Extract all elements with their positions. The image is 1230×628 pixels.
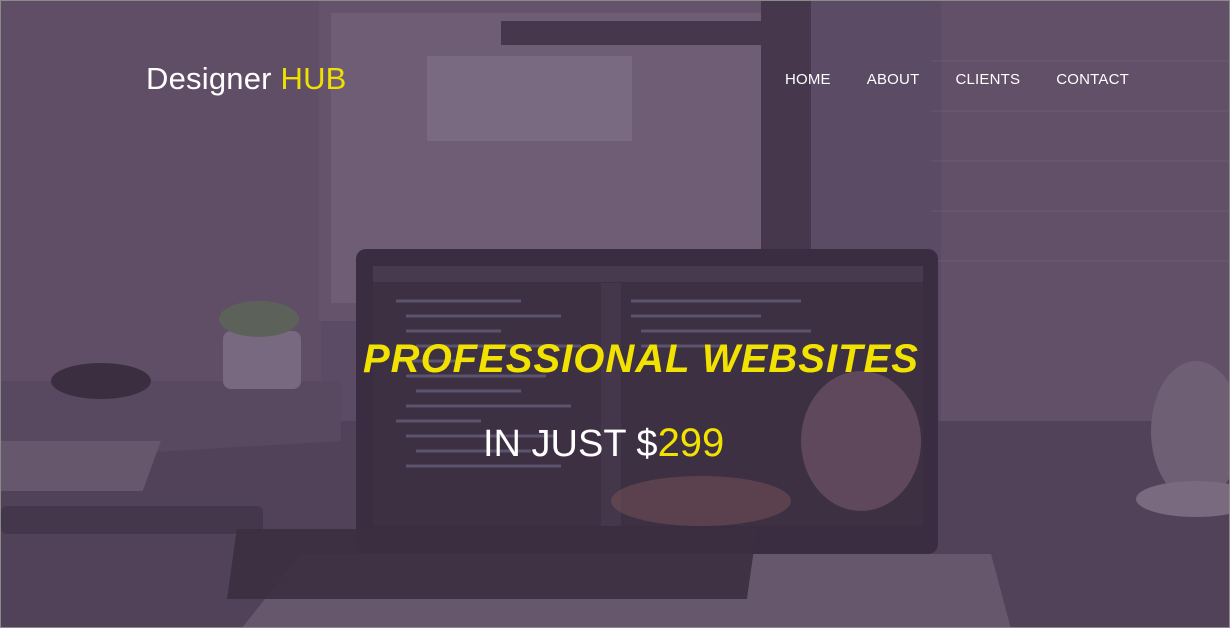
nav-item-about[interactable]: ABOUT [867, 71, 920, 88]
hero-subline: IN JUST $299 [483, 421, 724, 466]
hero-headline: PROFESSIONAL WEBSITES [363, 337, 919, 381]
hero-section: Designer HUB HOME ABOUT CLIENTS CONTACT … [0, 0, 1230, 628]
subline-prefix: IN JUST $ [483, 423, 658, 465]
brand-name: Designer [146, 61, 272, 96]
price-value: 299 [657, 421, 725, 465]
nav-item-contact[interactable]: CONTACT [1056, 71, 1129, 88]
brand-accent: HUB [280, 61, 347, 96]
nav-item-clients[interactable]: CLIENTS [955, 71, 1020, 88]
brand-logo[interactable]: Designer HUB [146, 61, 347, 97]
nav-item-home[interactable]: HOME [785, 71, 831, 88]
main-nav: HOME ABOUT CLIENTS CONTACT [785, 71, 1129, 88]
